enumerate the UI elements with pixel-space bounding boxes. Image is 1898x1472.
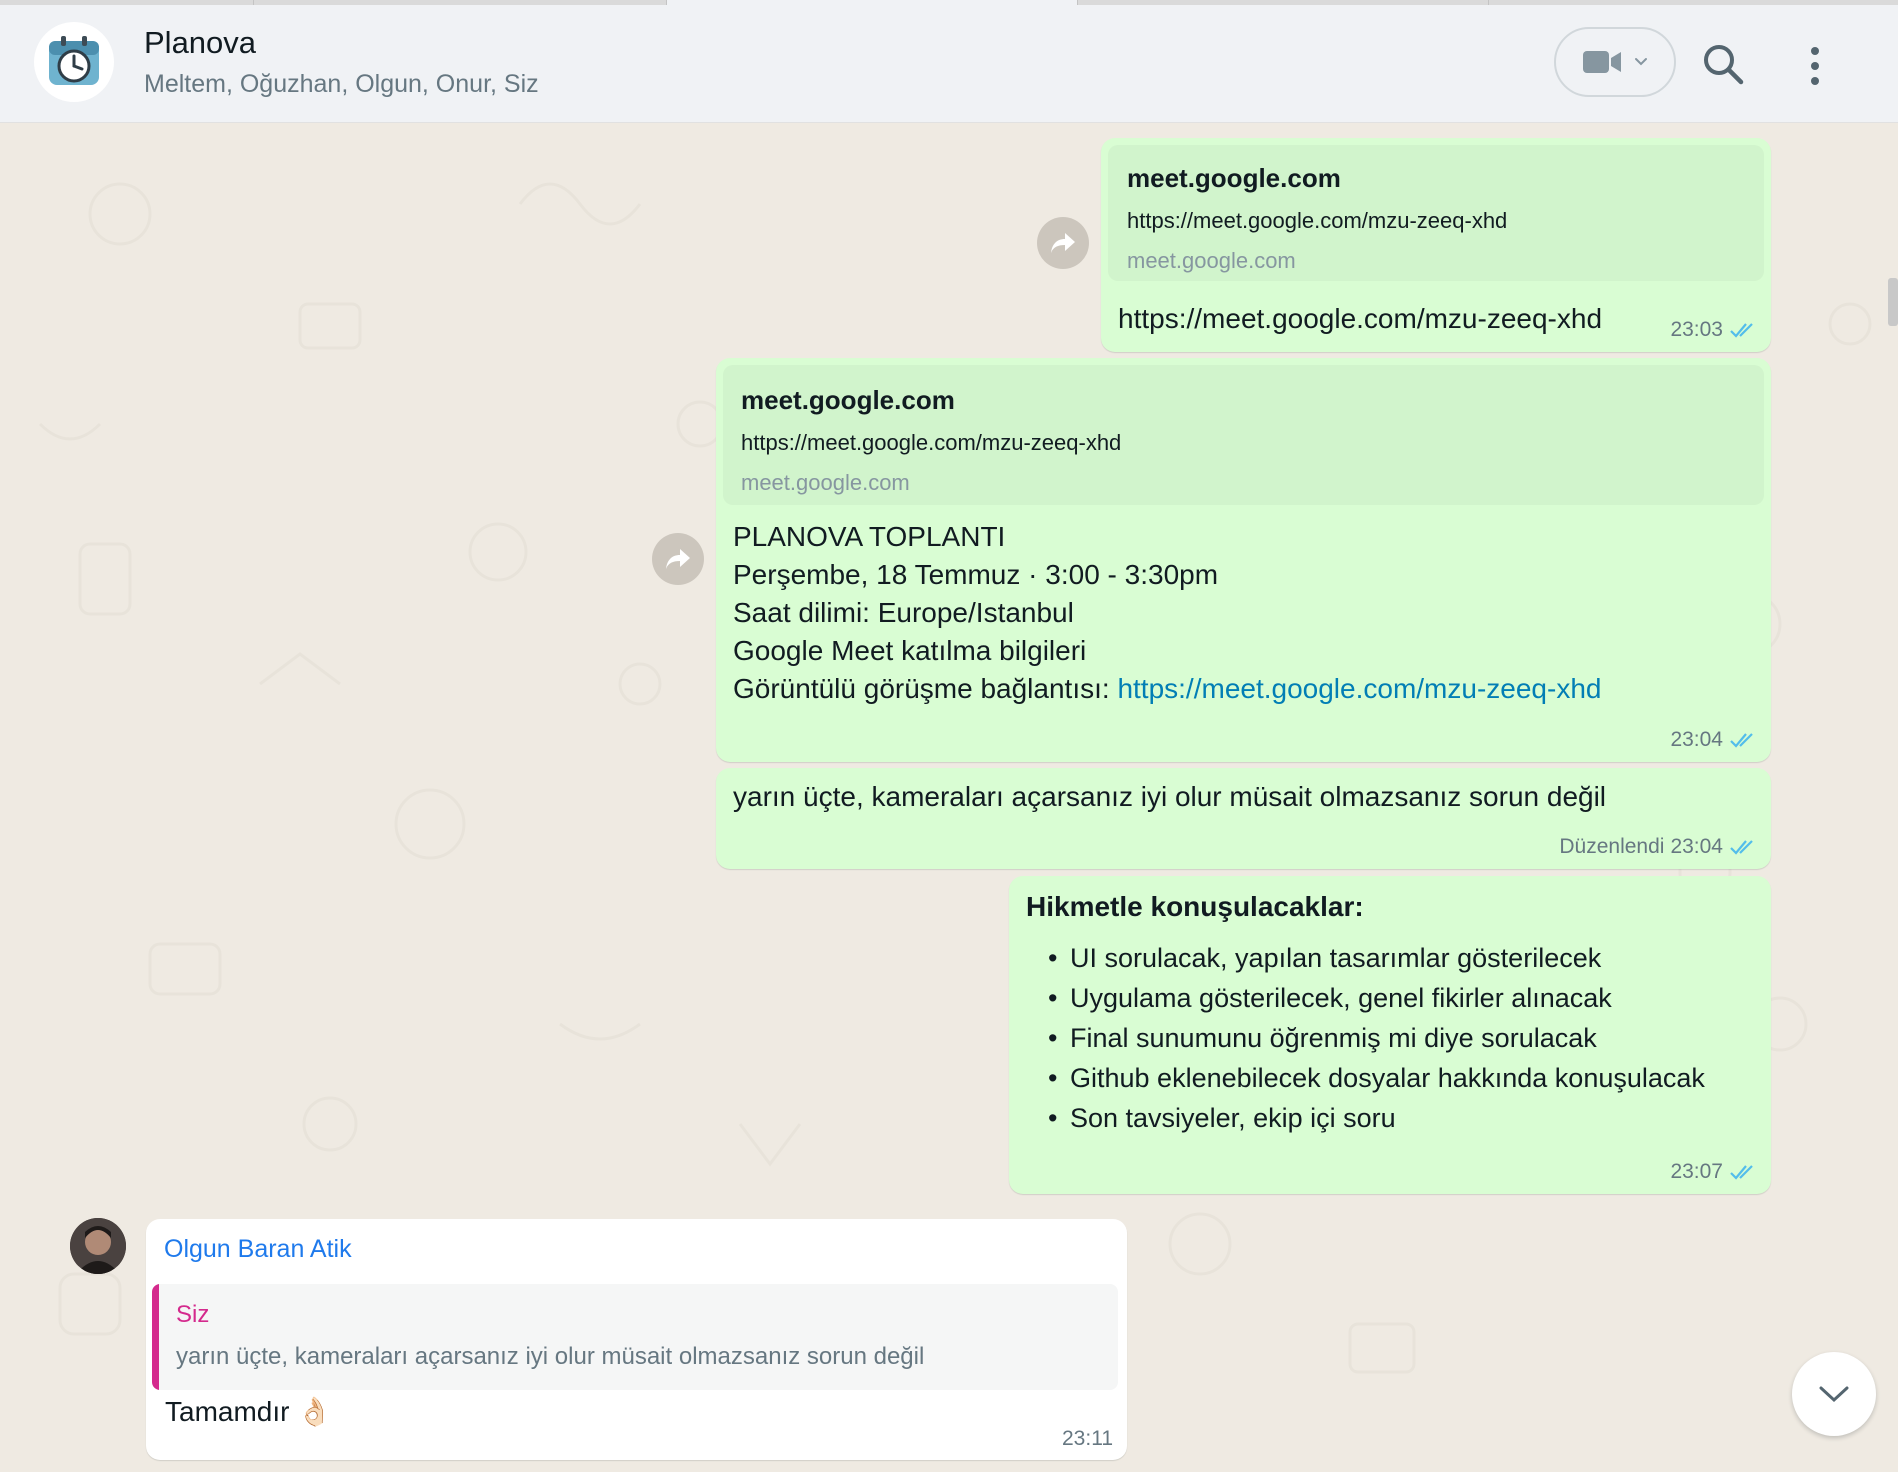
link-preview[interactable]: meet.google.com https://meet.google.com/…	[723, 365, 1764, 505]
double-check-icon	[1730, 323, 1753, 338]
chevron-down-icon	[1819, 1386, 1849, 1403]
chevron-down-icon	[1635, 58, 1647, 66]
forward-button[interactable]	[1037, 217, 1089, 269]
avatar	[70, 1218, 126, 1274]
message-meta: 23:07	[1670, 1160, 1759, 1184]
link-preview-title: meet.google.com	[1127, 163, 1341, 193]
link-label: Görüntülü görüşme bağlantısı:	[733, 673, 1118, 704]
list-item: Son tavsiyeler, ekip içi soru	[1048, 1098, 1705, 1138]
link-preview-description: https://meet.google.com/mzu-zeeq-xhd	[1127, 208, 1508, 233]
message-line: Google Meet katılma bilgileri	[733, 635, 1087, 666]
forward-icon	[666, 549, 690, 569]
message-time: 23:04	[1670, 835, 1723, 858]
clock-icon	[49, 36, 99, 85]
message-line: Görüntülü görüşme bağlantısı: https://me…	[733, 670, 1601, 708]
ok-hand-emoji: 👌🏻	[297, 1396, 333, 1427]
double-check-icon	[1730, 840, 1753, 855]
message-text-body: Tamamdır	[165, 1396, 290, 1427]
message-line: Saat dilimi: Europe/Istanbul	[733, 597, 1074, 628]
list-item: Uygulama gösterilecek, genel fikirler al…	[1048, 978, 1705, 1018]
quote-author: Siz	[176, 1301, 210, 1328]
message-link[interactable]: https://meet.google.com/mzu-zeeq-xhd	[1117, 673, 1601, 704]
search-icon	[1704, 45, 1744, 85]
agenda-list: UI sorulacak, yapılan tasarımlar gösteri…	[1048, 938, 1705, 1138]
more-vertical-icon	[1811, 47, 1819, 85]
message-time: 23:03	[1670, 318, 1723, 341]
scrollbar[interactable]	[1888, 278, 1898, 326]
chat-header[interactable]: Planova Meltem, Oğuzhan, Olgun, Onur, Si…	[0, 5, 1898, 123]
sender-avatar[interactable]	[70, 1218, 126, 1274]
message-time: 23:11	[1062, 1427, 1113, 1450]
link-preview[interactable]: meet.google.com https://meet.google.com/…	[1108, 145, 1764, 281]
double-check-icon	[1730, 1165, 1753, 1180]
quoted-message[interactable]: Siz yarın üçte, kameraları açarsanız iyi…	[152, 1284, 1118, 1390]
link-preview-title: meet.google.com	[741, 385, 955, 415]
message-line: Perşembe, 18 Temmuz · 3:00 - 3:30pm	[733, 559, 1219, 590]
message-meta: Düzenlendi 23:04	[1559, 835, 1759, 859]
forward-icon	[1051, 233, 1075, 253]
message-line: PLANOVA TOPLANTI	[733, 521, 1006, 552]
message-link[interactable]: https://meet.google.com/mzu-zeeq-xhd	[1118, 300, 1602, 338]
link-preview-description: https://meet.google.com/mzu-zeeq-xhd	[741, 430, 1122, 455]
message-meta: 23:04	[1670, 728, 1759, 752]
video-call-button[interactable]	[1554, 27, 1676, 97]
list-item: UI sorulacak, yapılan tasarımlar gösteri…	[1048, 938, 1705, 978]
more-options-button[interactable]	[1808, 45, 1822, 87]
link-preview-domain: meet.google.com	[741, 470, 910, 495]
forward-button[interactable]	[652, 533, 704, 585]
list-item: Final sunumunu öğrenmiş mi diye sorulaca…	[1048, 1018, 1705, 1058]
scroll-to-bottom-button[interactable]	[1792, 1352, 1876, 1436]
group-avatar[interactable]	[34, 22, 114, 102]
message-text: yarın üçte, kameraları açarsanız iyi olu…	[733, 781, 1607, 812]
quote-text: yarın üçte, kameraları açarsanız iyi olu…	[176, 1343, 925, 1370]
message-time: 23:07	[1670, 1160, 1723, 1183]
chat-title[interactable]: Planova	[144, 25, 256, 61]
video-camera-icon	[1583, 51, 1621, 73]
message-text: Tamamdır 👌🏻	[165, 1393, 332, 1431]
message-time: 23:04	[1670, 728, 1723, 751]
message-bubble-outgoing[interactable]: meet.google.com https://meet.google.com/…	[716, 358, 1771, 762]
message-meta: 23:03	[1670, 318, 1759, 342]
chat-members[interactable]: Meltem, Oğuzhan, Olgun, Onur, Siz	[144, 70, 539, 99]
message-heading: Hikmetle konuşulacaklar:	[1026, 891, 1364, 922]
list-item: Github eklenebilecek dosyalar hakkında k…	[1048, 1058, 1705, 1098]
edited-label: Düzenlendi	[1559, 835, 1665, 858]
message-bubble-outgoing[interactable]: meet.google.com https://meet.google.com/…	[1101, 138, 1771, 352]
search-button[interactable]	[1700, 41, 1746, 87]
double-check-icon	[1730, 733, 1753, 748]
message-meta: 23:11	[1062, 1427, 1113, 1451]
sender-name[interactable]: Olgun Baran Atik	[164, 1230, 352, 1268]
message-bubble-outgoing[interactable]: yarın üçte, kameraları açarsanız iyi olu…	[716, 768, 1771, 869]
quote-accent-bar	[152, 1284, 159, 1390]
link-preview-domain: meet.google.com	[1127, 248, 1296, 273]
